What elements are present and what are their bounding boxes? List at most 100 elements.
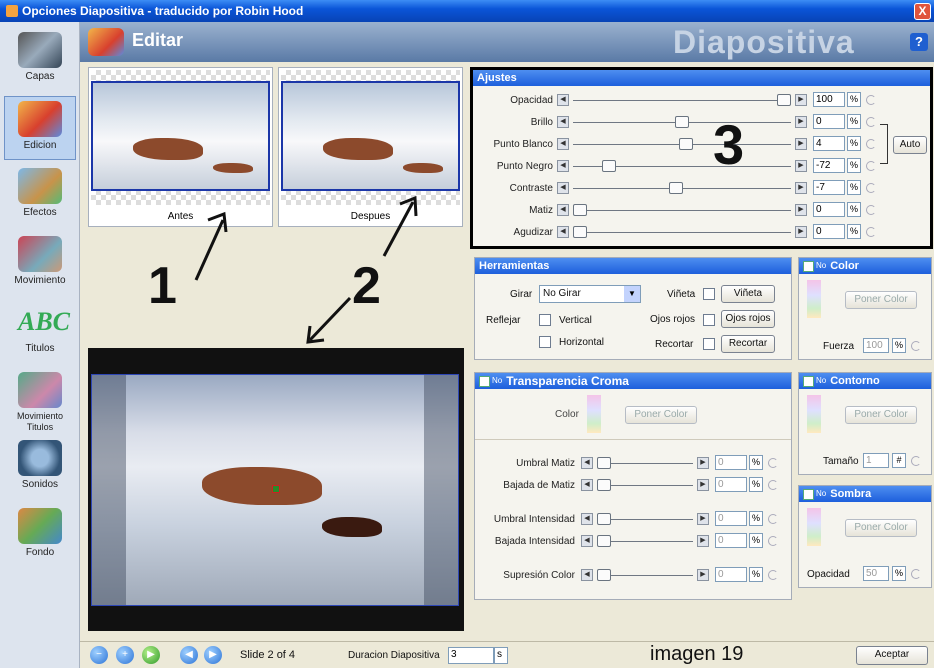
reset-icon[interactable] (866, 161, 876, 171)
increase-icon[interactable]: ▶ (697, 479, 709, 491)
ajustes-value[interactable]: -72 (813, 158, 845, 173)
reset-icon[interactable] (768, 480, 778, 490)
decrease-icon[interactable]: ◀ (581, 479, 593, 491)
ojos-button[interactable]: Ojos rojos (721, 310, 775, 328)
decrease-icon[interactable]: ◀ (581, 513, 593, 525)
increase-icon[interactable]: ▶ (795, 160, 807, 172)
croma-value[interactable]: 0 (715, 511, 747, 526)
reset-icon[interactable] (768, 458, 778, 468)
ajustes-value[interactable]: 0 (813, 202, 845, 217)
croma-slider-thumb[interactable] (597, 513, 611, 525)
ajustes-value[interactable]: 0 (813, 224, 845, 239)
croma-value[interactable]: 0 (715, 533, 747, 548)
tamano-input[interactable]: 1 (863, 453, 889, 468)
croma-poner-color-button[interactable]: Poner Color (625, 406, 697, 424)
center-handle[interactable] (272, 485, 280, 493)
decrease-icon[interactable]: ◀ (581, 569, 593, 581)
recortar-checkbox[interactable] (703, 338, 715, 350)
decrease-icon[interactable]: ◀ (557, 138, 569, 150)
decrease-icon[interactable]: ◀ (557, 226, 569, 238)
croma-slider-thumb[interactable] (597, 457, 611, 469)
ajustes-value[interactable]: -7 (813, 180, 845, 195)
close-button[interactable]: X (914, 3, 931, 20)
increase-icon[interactable]: ▶ (697, 457, 709, 469)
ajustes-slider-thumb[interactable] (601, 160, 616, 172)
vineta-checkbox[interactable] (703, 288, 715, 300)
sidebar-item-capas[interactable]: Capas (4, 28, 76, 92)
zoom-in-icon[interactable]: + (116, 646, 134, 664)
ajustes-slider-track[interactable] (573, 210, 791, 211)
ajustes-slider-track[interactable] (573, 232, 791, 233)
sidebar-item-efectos[interactable]: Efectos (4, 164, 76, 228)
preview-canvas[interactable] (88, 348, 464, 631)
no-checkbox[interactable]: No (479, 373, 502, 389)
reset-icon[interactable] (866, 95, 876, 105)
previous-slide-icon[interactable]: ◀ (180, 646, 198, 664)
sidebar-item-edicion[interactable]: Edicion (4, 96, 76, 160)
increase-icon[interactable]: ▶ (795, 226, 807, 238)
sombra-swatch[interactable] (807, 508, 821, 546)
increase-icon[interactable]: ▶ (697, 569, 709, 581)
reset-icon[interactable] (866, 227, 876, 237)
ajustes-slider-thumb[interactable] (777, 94, 791, 106)
sombra-opacidad-input[interactable]: 50 (863, 566, 889, 581)
ajustes-value[interactable]: 4 (813, 136, 845, 151)
aceptar-button[interactable]: Aceptar (856, 646, 928, 665)
reset-icon[interactable] (768, 514, 778, 524)
increase-icon[interactable]: ▶ (697, 513, 709, 525)
ajustes-slider-thumb[interactable] (668, 182, 683, 194)
ojos-checkbox[interactable] (703, 314, 715, 326)
horizontal-checkbox[interactable] (539, 336, 551, 348)
increase-icon[interactable]: ▶ (795, 138, 807, 150)
increase-icon[interactable]: ▶ (697, 535, 709, 547)
increase-icon[interactable]: ▶ (795, 182, 807, 194)
reset-icon[interactable] (768, 570, 778, 580)
no-checkbox[interactable]: No (803, 373, 826, 389)
ajustes-slider-thumb[interactable] (679, 138, 694, 150)
croma-slider-track[interactable] (597, 485, 693, 486)
decrease-icon[interactable]: ◀ (557, 182, 569, 194)
reset-icon[interactable] (911, 456, 921, 466)
sidebar-item-movimiento[interactable]: Movimiento (4, 232, 76, 296)
auto-button[interactable]: Auto (893, 136, 927, 154)
ajustes-slider-thumb[interactable] (675, 116, 689, 128)
croma-value[interactable]: 0 (715, 567, 747, 582)
croma-slider-track[interactable] (597, 541, 693, 542)
croma-slider-thumb[interactable] (597, 535, 611, 547)
croma-slider-track[interactable] (597, 519, 693, 520)
play-icon[interactable]: ▶ (142, 646, 160, 664)
sidebar-item-titulos[interactable]: ABC Titulos (4, 300, 76, 364)
ajustes-value[interactable]: 0 (813, 114, 845, 129)
decrease-icon[interactable]: ◀ (557, 116, 569, 128)
reset-icon[interactable] (866, 205, 876, 215)
sidebar-item-sonidos[interactable]: Sonidos (4, 436, 76, 500)
poner-color-button[interactable]: Poner Color (845, 291, 917, 309)
ajustes-slider-thumb[interactable] (573, 204, 587, 216)
reset-icon[interactable] (866, 139, 876, 149)
ajustes-slider-track[interactable] (573, 100, 791, 101)
reset-icon[interactable] (911, 569, 921, 579)
increase-icon[interactable]: ▶ (795, 94, 807, 106)
ajustes-slider-thumb[interactable] (573, 226, 587, 238)
ajustes-value[interactable]: 100 (813, 92, 845, 107)
girar-select[interactable]: No Girar ▼ (539, 285, 641, 303)
chevron-down-icon[interactable]: ▼ (624, 286, 640, 302)
decrease-icon[interactable]: ◀ (557, 160, 569, 172)
vertical-checkbox[interactable] (539, 314, 551, 326)
vineta-button[interactable]: Viñeta (721, 285, 775, 303)
croma-slider-track[interactable] (597, 463, 693, 464)
color-swatch[interactable] (807, 280, 821, 318)
croma-value[interactable]: 0 (715, 477, 747, 492)
reset-icon[interactable] (866, 183, 876, 193)
decrease-icon[interactable]: ◀ (557, 204, 569, 216)
sidebar-item-fondo[interactable]: Fondo (4, 504, 76, 568)
croma-slider-thumb[interactable] (597, 479, 611, 491)
no-checkbox[interactable]: No (803, 486, 826, 502)
help-button[interactable]: ? (910, 33, 928, 51)
no-checkbox[interactable]: No (803, 258, 826, 274)
recortar-button[interactable]: Recortar (721, 335, 775, 353)
next-slide-icon[interactable]: ▶ (204, 646, 222, 664)
increase-icon[interactable]: ▶ (795, 204, 807, 216)
croma-value[interactable]: 0 (715, 455, 747, 470)
reset-icon[interactable] (866, 117, 876, 127)
